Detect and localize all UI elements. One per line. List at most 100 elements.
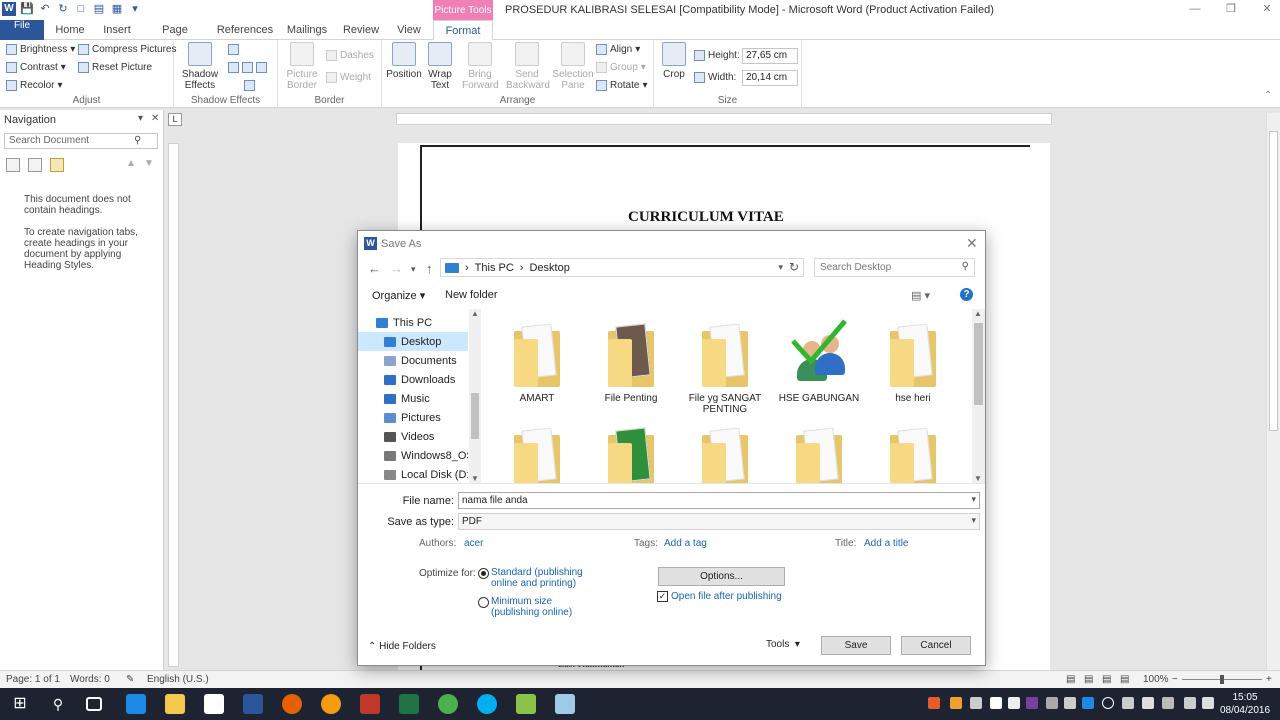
width-input[interactable]: 20,14 cm — [742, 70, 798, 86]
print-preview-icon[interactable]: ▤ — [92, 2, 106, 16]
tree-item-videos[interactable]: Videos — [358, 427, 468, 446]
tab-insert[interactable]: Insert — [97, 20, 137, 40]
word-count[interactable]: Words: 0 — [70, 674, 110, 685]
store-icon[interactable] — [204, 694, 224, 714]
dashes-button[interactable]: Dashes — [326, 50, 374, 61]
options-button[interactable]: Options... — [658, 567, 785, 586]
optimize-standard-radio[interactable] — [478, 568, 489, 579]
nav-search-icon[interactable]: ⚲ — [134, 135, 141, 146]
tools-button[interactable]: Tools ▾ — [766, 639, 800, 650]
tray-app-icon[interactable] — [928, 697, 940, 709]
tree-scroll-thumb[interactable] — [471, 393, 479, 439]
weight-button[interactable]: Weight — [326, 72, 371, 83]
files-scroll-thumb[interactable] — [974, 323, 983, 405]
tray-app-icon-2[interactable] — [950, 697, 962, 709]
acrobat-icon[interactable] — [360, 694, 380, 714]
refresh-icon[interactable]: ↻ — [789, 260, 799, 274]
tab-selector[interactable]: L — [168, 113, 182, 126]
zoom-in-icon[interactable]: + — [1266, 674, 1272, 685]
wrap-text-button[interactable]: Wrap Text — [422, 42, 458, 91]
edge-icon[interactable] — [126, 694, 146, 714]
optimize-minimum-radio[interactable] — [478, 597, 489, 608]
save-icon[interactable]: 💾 — [20, 2, 34, 16]
search-desktop-input[interactable]: Search Desktop ⚲ — [814, 258, 975, 277]
group-button[interactable]: Group ▾ — [596, 62, 646, 73]
address-dropdown-icon[interactable]: ▾ — [778, 262, 783, 273]
compress-pictures-button[interactable]: Compress Pictures — [78, 44, 176, 55]
selection-pane-button[interactable]: Selection Pane — [550, 42, 596, 91]
browse-headings-icon[interactable] — [6, 158, 20, 172]
web-layout-icon[interactable]: ▤ — [1102, 674, 1111, 685]
open-after-publishing-label[interactable]: Open file after publishing — [671, 591, 782, 602]
outline-icon[interactable]: ▤ — [1120, 674, 1129, 685]
tray-app-icon-4[interactable] — [990, 697, 1002, 709]
breadcrumb-this-pc[interactable]: This PC — [475, 262, 514, 274]
document-scrollbar[interactable] — [1266, 113, 1280, 670]
file-explorer-icon[interactable] — [165, 694, 185, 714]
tab-references[interactable]: References — [216, 20, 274, 40]
tab-file[interactable]: File — [0, 20, 44, 40]
tree-scroll-up-icon[interactable]: ▲ — [471, 309, 479, 318]
excel-icon[interactable] — [399, 694, 419, 714]
network-icon[interactable] — [1162, 697, 1174, 709]
align-button[interactable]: Align ▾ — [596, 44, 640, 55]
tree-item-pictures[interactable]: Pictures — [358, 408, 468, 427]
file-item[interactable] — [868, 421, 958, 483]
word-taskbar-icon[interactable] — [243, 694, 263, 714]
file-item[interactable]: hse heri — [868, 317, 958, 404]
full-screen-reading-icon[interactable]: ▤ — [1084, 674, 1093, 685]
tab-review[interactable]: Review — [340, 20, 382, 40]
skype-icon[interactable] — [477, 694, 497, 714]
save-button[interactable]: Save — [821, 636, 891, 655]
next-heading-icon[interactable]: ▼ — [144, 158, 154, 169]
language-bar-icon[interactable] — [1184, 697, 1196, 709]
tree-item-music[interactable]: Music — [358, 389, 468, 408]
tree-item-this-pc[interactable]: This PC — [358, 313, 468, 332]
tab-home[interactable]: Home — [52, 20, 88, 40]
tab-page-layout[interactable]: Page Layout — [145, 20, 205, 56]
browse-pages-icon[interactable] — [28, 158, 42, 172]
nav-options-icon[interactable]: ▾ — [138, 113, 143, 124]
start-icon[interactable]: ⊞ — [10, 694, 30, 714]
redo-icon[interactable]: ↻ — [56, 2, 70, 16]
tray-app-icon-8[interactable] — [1082, 697, 1094, 709]
picture-border-button[interactable]: Picture Border — [282, 42, 322, 91]
search-icon[interactable]: ⚲ — [48, 694, 68, 714]
onenote-tray-icon[interactable] — [1026, 697, 1038, 709]
volume-icon[interactable] — [1142, 697, 1154, 709]
tree-item-windows8-os[interactable]: Windows8_OS (C:) — [358, 446, 468, 465]
contrast-button[interactable]: Contrast ▾ — [6, 62, 66, 73]
language-indicator[interactable]: English (U.S.) — [147, 674, 209, 685]
optimize-standard-label[interactable]: Standard (publishing online and printing… — [491, 567, 593, 589]
height-input[interactable]: 27,65 cm — [742, 48, 798, 64]
files-scroll-down-icon[interactable]: ▼ — [974, 474, 982, 483]
nudge-shadow-up-icon[interactable] — [228, 44, 239, 55]
document-scroll-thumb[interactable] — [1269, 131, 1278, 431]
back-arrow-icon[interactable]: ← — [368, 261, 381, 276]
file-item[interactable] — [774, 421, 864, 483]
dialog-close-icon[interactable]: ✕ — [966, 235, 978, 252]
previous-heading-icon[interactable]: ▲ — [126, 158, 136, 169]
forward-arrow-icon[interactable]: → — [390, 261, 403, 276]
up-arrow-icon[interactable]: ↑ — [426, 261, 433, 276]
zoom-level[interactable]: 100% — [1143, 674, 1169, 685]
wifi-icon[interactable] — [1102, 697, 1114, 709]
open-folder-icon[interactable]: ▦ — [110, 2, 124, 16]
tree-item-downloads[interactable]: Downloads — [358, 370, 468, 389]
browse-results-icon[interactable] — [50, 158, 64, 172]
file-item[interactable]: File yg SANGAT PENTING — [680, 317, 770, 415]
nav-close-icon[interactable]: ✕ — [151, 113, 159, 124]
title-field[interactable]: Add a title — [864, 538, 908, 549]
tray-app-icon-5[interactable] — [1008, 697, 1020, 709]
address-bar[interactable]: › This PC › Desktop ▾ — [440, 258, 804, 277]
reset-picture-button[interactable]: Reset Picture — [78, 62, 152, 73]
bring-forward-button[interactable]: Bring Forward — [462, 42, 499, 91]
firefox-icon[interactable] — [282, 694, 302, 714]
tab-mailings[interactable]: Mailings — [283, 20, 331, 40]
app-icon[interactable] — [516, 694, 536, 714]
page-count[interactable]: Page: 1 of 1 — [6, 674, 60, 685]
tree-scrollbar[interactable]: ▲ ▼ — [469, 309, 481, 483]
tree-item-local-disk-d[interactable]: Local Disk (D:) — [358, 465, 468, 484]
tab-format[interactable]: Format — [433, 20, 493, 40]
close-window-icon[interactable]: ✕ — [1260, 2, 1274, 16]
